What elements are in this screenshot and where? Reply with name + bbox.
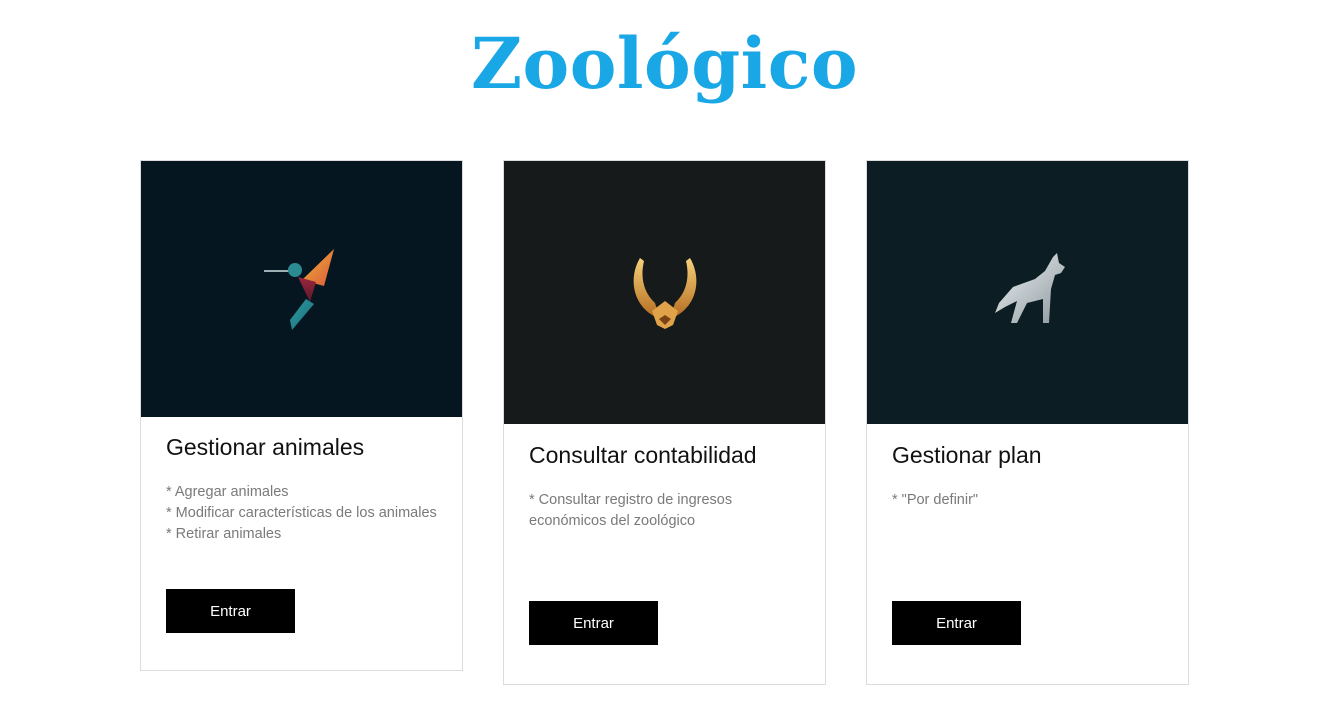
description-line: * Modificar características de los anima… xyxy=(166,505,437,521)
card-description: * "Por definir" xyxy=(892,490,1168,511)
card-description: * Consultar registro de ingresos económi… xyxy=(529,490,805,532)
enter-button[interactable]: Entrar xyxy=(529,601,658,645)
description-line: * Retirar animales xyxy=(166,526,282,542)
enter-button[interactable]: Entrar xyxy=(892,601,1021,645)
card-body: Gestionar animales * Agregar animales * … xyxy=(166,433,442,545)
card-image xyxy=(141,161,462,417)
page-title: Zoológico xyxy=(470,22,859,105)
card-title: Gestionar animales xyxy=(166,434,365,460)
golden-bird-icon xyxy=(633,257,696,329)
enter-button[interactable]: Entrar xyxy=(166,589,295,633)
card-body: Consultar contabilidad * Consultar regis… xyxy=(529,441,805,532)
description-line: * "Por definir" xyxy=(892,492,979,508)
wolf-icon xyxy=(994,252,1065,323)
card-image xyxy=(867,161,1188,424)
hummingbird-icon xyxy=(263,249,334,330)
description-line: * Consultar registro de ingresos económi… xyxy=(529,492,733,529)
card-gestionar-animales: Gestionar animales * Agregar animales * … xyxy=(140,160,463,671)
card-description: * Agregar animales * Modificar caracterí… xyxy=(166,482,442,545)
card-consultar-contabilidad: Consultar contabilidad * Consultar regis… xyxy=(503,160,826,685)
card-image xyxy=(504,161,825,424)
description-line: * Agregar animales xyxy=(166,484,289,500)
card-gestionar-plan: Gestionar plan * "Por definir" Entrar xyxy=(866,160,1189,685)
card-title: Consultar contabilidad xyxy=(529,442,757,468)
card-title: Gestionar plan xyxy=(892,442,1042,468)
card-body: Gestionar plan * "Por definir" xyxy=(892,441,1168,511)
